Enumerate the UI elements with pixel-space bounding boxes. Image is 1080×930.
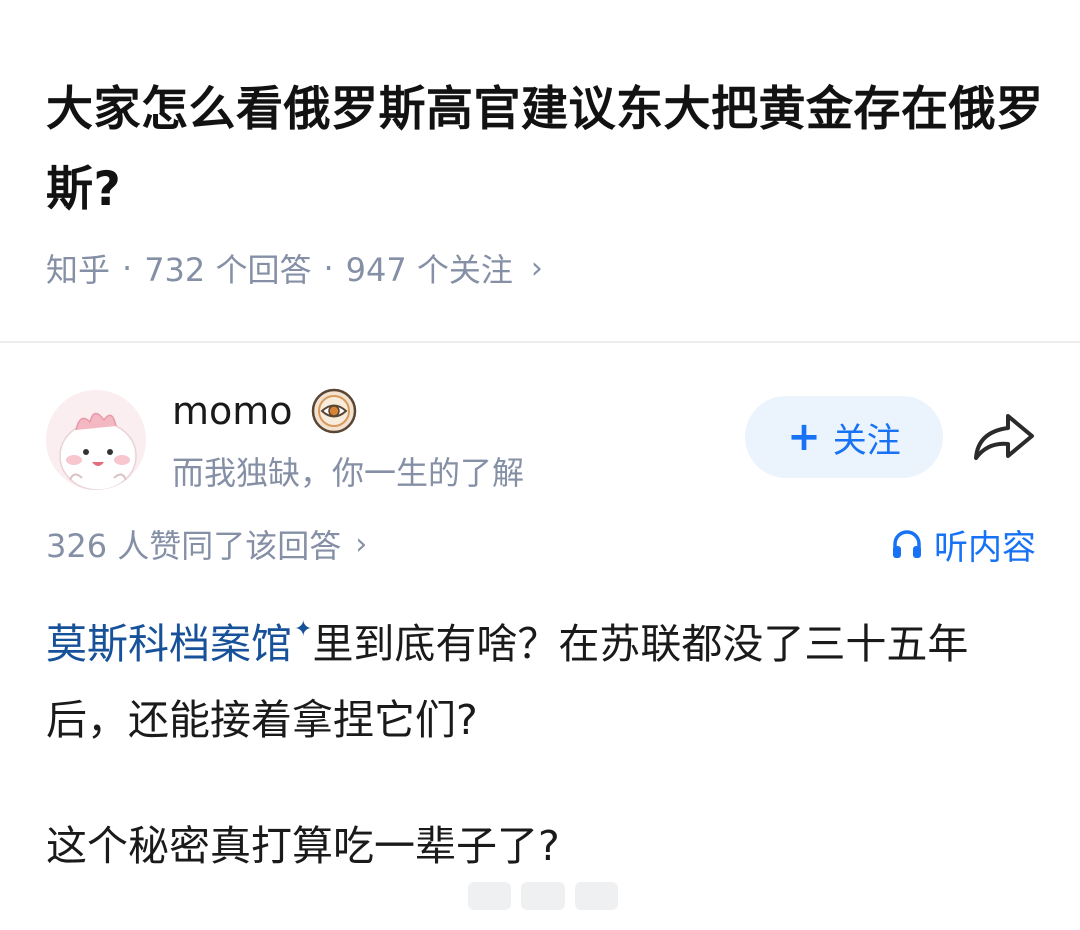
plus-icon: + xyxy=(787,414,821,460)
meta-separator: · xyxy=(323,249,334,287)
chevron-right-icon: › xyxy=(530,250,543,286)
listen-label: 听内容 xyxy=(934,527,1036,568)
share-arrow-icon[interactable] xyxy=(968,410,1038,466)
follow-label: 关注 xyxy=(832,420,901,461)
author-name[interactable]: momo xyxy=(172,386,357,436)
listen-button[interactable]: 听内容 xyxy=(890,520,1036,568)
question-meta[interactable]: 知乎 · 732 个回答 · 947 个关注 › xyxy=(46,244,543,292)
upvote-count[interactable]: 326 人赞同了该回答 › xyxy=(46,520,367,568)
avatar[interactable] xyxy=(46,390,146,490)
watermark-block xyxy=(521,882,565,910)
section-divider xyxy=(0,341,1080,343)
watermark-block xyxy=(574,882,618,910)
sparkle-icon: ✦ xyxy=(294,617,313,642)
chevron-right-icon: › xyxy=(355,526,368,562)
author-name-text[interactable]: momo xyxy=(172,389,293,433)
author-bio: 而我独缺，你一生的了解 xyxy=(172,454,525,492)
watermark xyxy=(468,882,618,912)
answer-body: 莫斯科档案馆✦里到底有啥？在苏联都没了三十五年后，还能接着拿捏它们? 这个秘密真… xyxy=(46,592,1036,884)
answers-count: 732 个回答 xyxy=(144,251,312,289)
headphones-icon xyxy=(893,530,921,558)
followers-count: 947 个关注 xyxy=(345,251,513,289)
watermark-block xyxy=(468,882,512,910)
meta-separator: · xyxy=(122,249,133,287)
topic-link-text[interactable]: 莫斯科档案馆 xyxy=(46,620,292,668)
upvote-text: 326 人赞同了该回答 xyxy=(46,527,342,565)
eye-badge-icon xyxy=(311,388,357,434)
follow-button[interactable]: + 关注 xyxy=(745,396,943,478)
answer-paragraph: 莫斯科档案馆✦里到底有啥？在苏联都没了三十五年后，还能接着拿捏它们? xyxy=(46,592,1036,758)
answer-paragraph: 这个秘密真打算吃一辈子了? xyxy=(46,822,560,870)
question-title[interactable]: 大家怎么看俄罗斯高官建议东大把黄金存在俄罗斯? xyxy=(46,70,1046,230)
avatar-image xyxy=(46,390,146,490)
source-label: 知乎 xyxy=(46,251,111,289)
topic-link[interactable]: 莫斯科档案馆✦ xyxy=(46,617,313,668)
